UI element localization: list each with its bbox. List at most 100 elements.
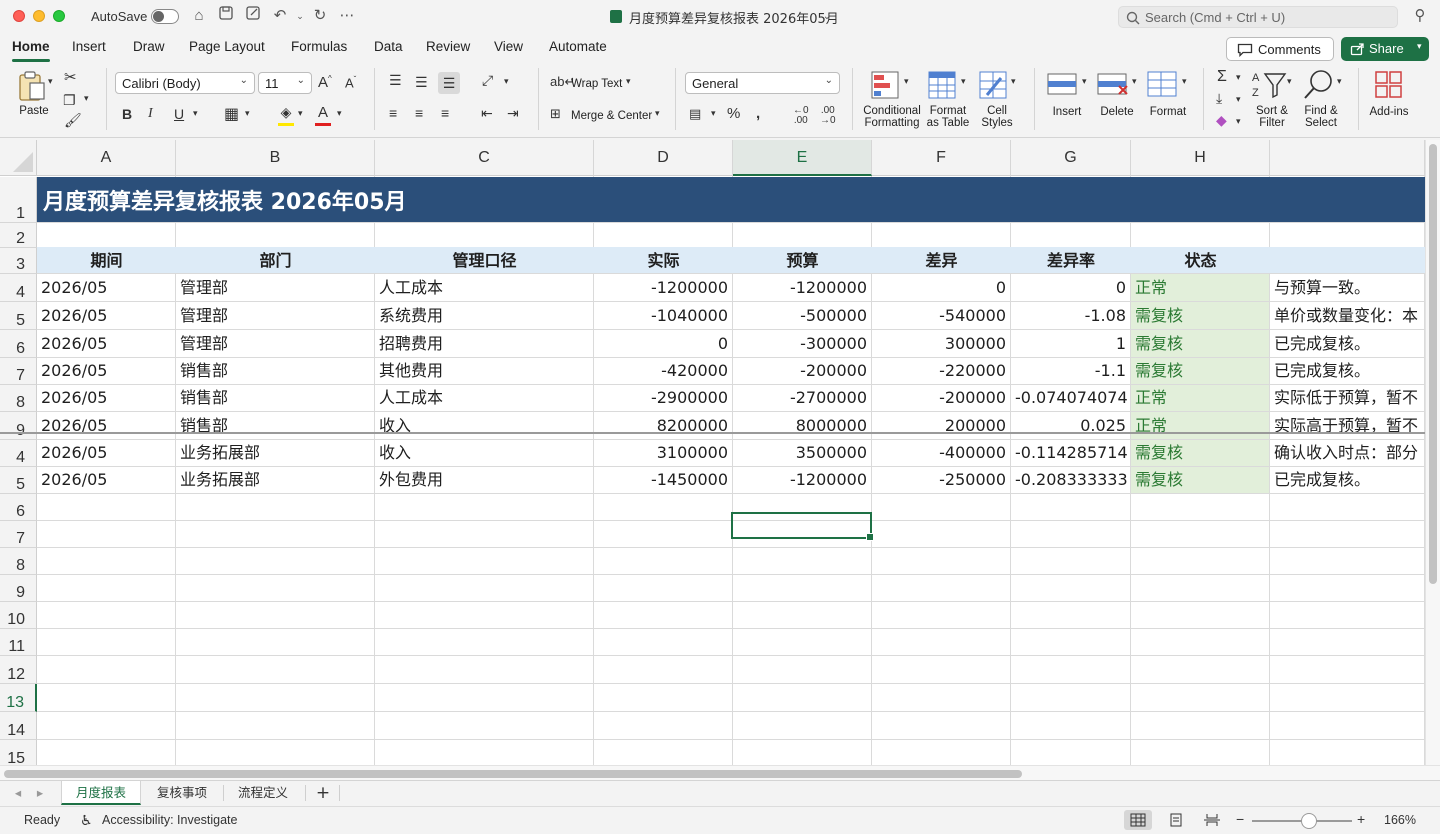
- data-cell[interactable]: -400000: [872, 440, 1010, 466]
- row-header[interactable]: 6: [0, 330, 37, 358]
- data-cell[interactable]: 300000: [872, 330, 1010, 357]
- note-cell[interactable]: 实际低于预算，暂不: [1270, 385, 1424, 411]
- data-cell[interactable]: 销售部: [176, 412, 374, 439]
- note-cell[interactable]: 已完成复核。: [1270, 330, 1424, 357]
- data-cell[interactable]: 系统费用: [375, 302, 593, 329]
- row-header[interactable]: 7: [0, 521, 37, 548]
- save-icon[interactable]: [216, 6, 236, 26]
- note-cell[interactable]: 单价或数量变化：本: [1270, 302, 1424, 329]
- data-cell[interactable]: 200000: [872, 412, 1010, 439]
- row-header[interactable]: 5: [0, 467, 37, 494]
- status-cell[interactable]: 正常: [1131, 274, 1269, 301]
- horizontal-scroll-thumb[interactable]: [4, 770, 1022, 778]
- tab-data[interactable]: Data: [374, 39, 403, 54]
- note-cell[interactable]: 确认收入时点：部分: [1270, 440, 1424, 466]
- horizontal-scrollbar[interactable]: [0, 765, 1440, 780]
- data-cell[interactable]: 2026/05: [37, 467, 175, 493]
- data-cell[interactable]: 业务拓展部: [176, 440, 374, 466]
- report-title-banner[interactable]: 月度预算差异复核报表 2026年05月: [37, 177, 1425, 222]
- accounting-format-icon[interactable]: ▤: [689, 106, 701, 122]
- title-chevron-icon[interactable]: ⌄: [817, 7, 837, 27]
- data-cell[interactable]: 收入: [375, 412, 593, 439]
- page-break-view-button[interactable]: [1198, 810, 1226, 830]
- select-all-corner[interactable]: [0, 140, 37, 176]
- decrease-decimal-icon[interactable]: .00 →0: [820, 106, 836, 126]
- underline-button[interactable]: U: [174, 106, 184, 122]
- data-cell[interactable]: 外包费用: [375, 467, 593, 493]
- spreadsheet-grid[interactable]: ABCDEFGH 12345678945678910111213141516 月…: [0, 140, 1440, 765]
- data-cell[interactable]: -1.1: [1011, 358, 1130, 384]
- row-header[interactable]: 9: [0, 575, 37, 602]
- zoom-level[interactable]: 166%: [1384, 813, 1416, 827]
- sort-filter-label[interactable]: Sort & Filter: [1248, 105, 1296, 129]
- copy-icon[interactable]: ❐: [63, 92, 76, 109]
- wrap-text-dropdown-icon[interactable]: ▾: [626, 76, 631, 87]
- add-ins-label[interactable]: Add-ins: [1366, 106, 1412, 118]
- data-cell[interactable]: -200000: [872, 385, 1010, 411]
- freeze-pane-line[interactable]: [0, 432, 1425, 434]
- status-cell[interactable]: 需复核: [1131, 302, 1269, 329]
- align-top-icon[interactable]: ☰: [389, 72, 402, 89]
- data-cell[interactable]: 0: [1011, 274, 1130, 301]
- home-icon[interactable]: ⌂: [189, 6, 209, 26]
- close-window-button[interactable]: [13, 10, 25, 22]
- note-cell[interactable]: 实际高于预算，暂不: [1270, 412, 1424, 439]
- row-header[interactable]: 15: [0, 740, 37, 765]
- vertical-scrollbar[interactable]: [1425, 140, 1440, 765]
- format-cells-dropdown-icon[interactable]: ▾: [1182, 76, 1187, 87]
- accessibility-status[interactable]: Accessibility: Investigate: [102, 813, 237, 827]
- normal-view-button[interactable]: [1124, 810, 1152, 830]
- find-select-label[interactable]: Find & Select: [1297, 105, 1345, 129]
- data-cell[interactable]: -2900000: [594, 385, 732, 411]
- conditional-formatting-label[interactable]: Conditional Formatting: [860, 105, 924, 129]
- data-cell[interactable]: -250000: [872, 467, 1010, 493]
- data-cell[interactable]: 其他费用: [375, 358, 593, 384]
- data-cell[interactable]: -1040000: [594, 302, 732, 329]
- header-cell[interactable]: 预算: [733, 249, 872, 273]
- data-cell[interactable]: 0: [594, 330, 732, 357]
- next-sheet-icon[interactable]: ▸: [32, 781, 48, 805]
- data-cell[interactable]: 3500000: [733, 440, 871, 466]
- row-header[interactable]: 5: [0, 302, 37, 330]
- data-cell[interactable]: -1450000: [594, 467, 732, 493]
- data-cell[interactable]: 2026/05: [37, 440, 175, 466]
- header-cell[interactable]: 差异率: [1011, 249, 1131, 273]
- note-cell[interactable]: 已完成复核。: [1270, 358, 1424, 384]
- format-as-table-icon[interactable]: [928, 70, 958, 102]
- clear-dropdown-icon[interactable]: ▾: [1236, 116, 1241, 127]
- data-cell[interactable]: 管理部: [176, 302, 374, 329]
- row-header[interactable]: 10: [0, 602, 37, 629]
- column-header-c[interactable]: C: [375, 140, 594, 176]
- merge-center-label[interactable]: Merge & Center: [571, 110, 652, 122]
- column-header-d[interactable]: D: [594, 140, 733, 176]
- data-cell[interactable]: -1.08: [1011, 302, 1130, 329]
- row-header[interactable]: 11: [0, 629, 37, 656]
- accounting-dropdown-icon[interactable]: ▾: [711, 108, 716, 119]
- data-cell[interactable]: 人工成本: [375, 274, 593, 301]
- comments-button[interactable]: Comments: [1226, 37, 1334, 61]
- column-header-h[interactable]: H: [1131, 140, 1270, 176]
- tab-automate[interactable]: Automate: [549, 39, 607, 54]
- copy-dropdown-icon[interactable]: ▾: [84, 93, 89, 104]
- data-cell[interactable]: -220000: [872, 358, 1010, 384]
- vertical-scroll-thumb[interactable]: [1429, 144, 1437, 584]
- sort-filter-dropdown-icon[interactable]: ▾: [1287, 76, 1292, 87]
- decrease-indent-icon[interactable]: ⇤: [481, 105, 493, 122]
- search-input[interactable]: Search (Cmd + Ctrl + U): [1118, 6, 1398, 28]
- italic-button[interactable]: I: [148, 106, 153, 122]
- paste-icon[interactable]: [14, 70, 50, 104]
- wrap-text-label[interactable]: Wrap Text: [571, 78, 622, 90]
- data-cell[interactable]: -1200000: [594, 274, 732, 301]
- fill-color-icon[interactable]: ◈: [277, 104, 295, 126]
- row-header[interactable]: 2: [0, 223, 37, 248]
- borders-dropdown-icon[interactable]: ▾: [245, 108, 250, 119]
- paste-dropdown-icon[interactable]: ▾: [48, 76, 53, 87]
- tab-home[interactable]: Home: [12, 39, 50, 62]
- note-cell[interactable]: 与预算一致。: [1270, 274, 1424, 301]
- undo-icon[interactable]: ↶: [270, 6, 290, 26]
- row-header[interactable]: 7: [0, 358, 37, 385]
- share-people-icon[interactable]: ⚲: [1410, 6, 1430, 26]
- format-painter-icon[interactable]: 🖌: [64, 112, 82, 129]
- column-header-f[interactable]: F: [872, 140, 1011, 176]
- data-cell[interactable]: 招聘费用: [375, 330, 593, 357]
